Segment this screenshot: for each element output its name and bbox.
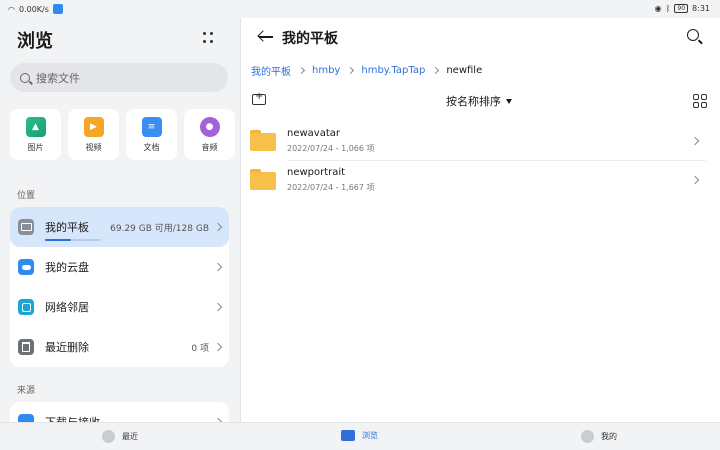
file-meta: 2022/07/24 - 1,066 项 xyxy=(287,143,375,153)
location-my-tablet[interactable]: 我的平板 69.29 GB 可用/128 GB xyxy=(10,207,229,247)
deleted-count: 0 项 xyxy=(191,343,209,354)
breadcrumb-item[interactable]: hmby.TapTap xyxy=(361,65,425,76)
chevron-right-icon xyxy=(690,175,700,184)
eye-comfort-icon: ◉ xyxy=(654,4,662,13)
grid-view-icon[interactable] xyxy=(693,94,707,108)
clock-icon xyxy=(102,430,115,443)
category-videos[interactable]: ▶ 视频 xyxy=(68,109,119,160)
folder-icon xyxy=(250,130,276,151)
trash-icon xyxy=(18,339,34,355)
chevron-right-icon xyxy=(213,342,223,352)
tablet-icon xyxy=(18,219,34,235)
file-meta: 2022/07/24 - 1,667 项 xyxy=(287,182,375,192)
chevron-right-icon xyxy=(213,302,223,312)
more-options-icon[interactable] xyxy=(203,32,215,44)
clock-time: 8:31 xyxy=(692,4,710,13)
network-icon xyxy=(18,299,34,315)
app-notification-icon xyxy=(52,4,63,14)
locations-header: 位置 xyxy=(17,191,36,201)
location-network[interactable]: 网络邻居 xyxy=(10,287,229,327)
file-name: newavatar xyxy=(287,127,341,139)
storage-info: 69.29 GB 可用/128 GB xyxy=(110,223,209,234)
audio-icon: ● xyxy=(199,116,220,137)
storage-usage-fill xyxy=(45,239,71,241)
status-bar: ◠ 0.00K/s ◉ ᛒ 90 8:31 xyxy=(0,0,720,18)
source-label: 下载与接收 xyxy=(45,414,215,422)
sources-header: 来源 xyxy=(17,386,36,396)
location-label: 网络邻居 xyxy=(45,301,89,314)
chevron-right-icon xyxy=(690,136,700,145)
search-input[interactable]: 搜索文件 xyxy=(10,63,228,92)
category-label: 文档 xyxy=(143,142,160,152)
search-icon xyxy=(20,72,30,83)
breadcrumb-item[interactable]: 我的平板 xyxy=(251,63,291,78)
video-icon: ▶ xyxy=(83,116,104,137)
tab-label: 最近 xyxy=(122,432,138,441)
chevron-right-icon xyxy=(213,262,223,272)
category-label: 音频 xyxy=(201,142,218,152)
download-icon xyxy=(18,414,34,422)
category-label: 视频 xyxy=(85,142,102,152)
bluetooth-icon: ᛒ xyxy=(665,4,671,13)
category-shortcuts: ▲ 图片 ▶ 视频 ≡ 文档 ● 音频 xyxy=(10,109,235,160)
category-images[interactable]: ▲ 图片 xyxy=(10,109,61,160)
source-downloads[interactable]: 下载与接收 xyxy=(10,402,229,422)
chevron-right-icon xyxy=(347,66,355,75)
caret-down-icon xyxy=(506,98,512,104)
document-icon: ≡ xyxy=(141,116,162,137)
tab-browse[interactable]: 浏览 xyxy=(341,430,378,441)
category-documents[interactable]: ≡ 文档 xyxy=(126,109,177,160)
storage-usage-bar xyxy=(45,239,101,241)
location-label: 最近删除 xyxy=(45,341,89,354)
folder-title: 我的平板 xyxy=(282,31,338,47)
location-label: 我的云盘 xyxy=(45,261,89,274)
list-item[interactable]: newportrait 2022/07/24 - 1,667 项 xyxy=(250,160,712,199)
folder-icon xyxy=(250,169,276,190)
sources-list: 下载与接收 xyxy=(10,402,229,422)
tab-label: 浏览 xyxy=(362,431,378,440)
file-name: newportrait xyxy=(287,166,346,178)
file-list: newavatar 2022/07/24 - 1,066 项 newportra… xyxy=(250,121,712,199)
chevron-right-icon xyxy=(213,222,223,232)
image-icon: ▲ xyxy=(25,116,46,137)
category-audio[interactable]: ● 音频 xyxy=(184,109,235,160)
tab-me[interactable]: 我的 xyxy=(581,430,617,443)
browse-sidebar: 浏览 搜索文件 ▲ 图片 ▶ 视频 ≡ 文档 ● 音频 位置 我的平板 69.2… xyxy=(0,18,240,422)
folder-icon xyxy=(341,430,355,441)
new-folder-icon[interactable] xyxy=(252,91,266,105)
breadcrumb-item[interactable]: hmby xyxy=(312,65,340,76)
locations-list: 我的平板 69.29 GB 可用/128 GB 我的云盘 网络邻居 最近删除 0… xyxy=(10,207,229,367)
net-speed: 0.00K/s xyxy=(18,4,49,14)
page-title: 浏览 xyxy=(17,31,53,52)
sort-dropdown[interactable]: 按名称排序 xyxy=(446,93,512,109)
back-arrow-icon[interactable] xyxy=(257,30,274,44)
breadcrumb: 我的平板 hmby hmby.TapTap newfile xyxy=(251,63,482,78)
search-icon[interactable] xyxy=(687,29,699,41)
folder-view: 我的平板 我的平板 hmby hmby.TapTap newfile 按名称排序… xyxy=(241,18,720,422)
list-item[interactable]: newavatar 2022/07/24 - 1,066 项 xyxy=(250,121,712,160)
chevron-right-icon xyxy=(432,66,440,75)
user-icon xyxy=(581,430,594,443)
breadcrumb-current: newfile xyxy=(446,65,483,76)
chevron-right-icon xyxy=(297,66,306,75)
battery-icon: 90 xyxy=(674,4,689,13)
tab-label: 我的 xyxy=(601,432,617,441)
location-recently-deleted[interactable]: 最近删除 0 项 xyxy=(10,327,229,367)
location-my-cloud[interactable]: 我的云盘 xyxy=(10,247,229,287)
bottom-tab-bar: 最近 浏览 我的 xyxy=(0,422,720,450)
category-label: 图片 xyxy=(27,142,44,152)
location-label: 我的平板 xyxy=(45,221,89,234)
wifi-icon: ◠ xyxy=(8,4,15,14)
search-placeholder: 搜索文件 xyxy=(36,71,80,85)
tab-recent[interactable]: 最近 xyxy=(102,430,138,443)
cloud-icon xyxy=(18,259,34,275)
sort-label: 按名称排序 xyxy=(446,95,501,108)
